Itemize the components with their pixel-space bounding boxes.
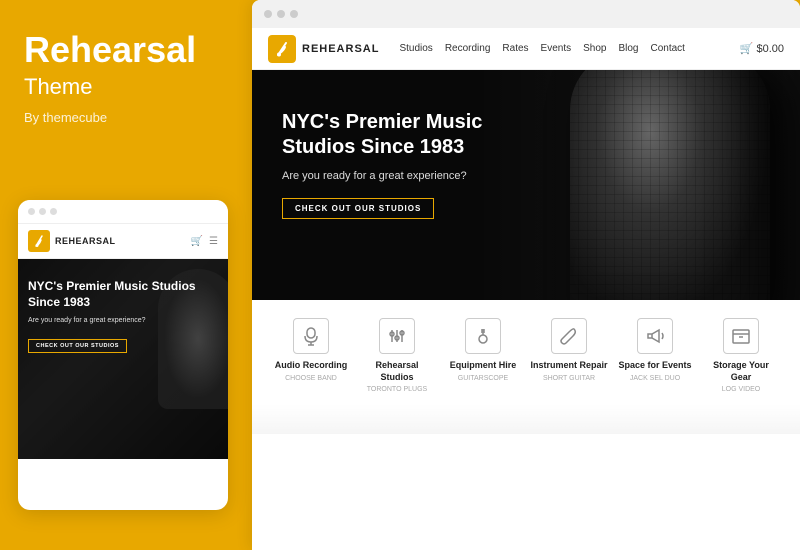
mobile-cart-icon[interactable]: 🛒 — [191, 236, 203, 247]
service-item-3: Instrument Repair SHORT GUITAR — [530, 318, 608, 383]
service-icon-4 — [637, 318, 673, 354]
nav-link-rates[interactable]: Rates — [502, 43, 528, 54]
service-desc-1: TORONTO PLUGS — [367, 385, 427, 394]
hero-title: NYC's Premier Music Studios Since 1983 — [282, 110, 502, 160]
service-title-3: Instrument Repair — [530, 360, 607, 372]
mobile-dot-3 — [50, 208, 57, 215]
service-title-5: Storage Your Gear — [702, 360, 780, 383]
mobile-preview-card: REHEARSAL 🛒 ☰ NYC's Premier Music Studio… — [18, 200, 228, 510]
site-logo-icon — [268, 35, 296, 63]
service-desc-3: SHORT GUITAR — [543, 374, 595, 383]
site-logo: REHEARSAL — [268, 35, 379, 63]
service-icon-1 — [379, 318, 415, 354]
browser-bar — [252, 0, 800, 28]
service-desc-2: GUITARSCOPE — [458, 374, 508, 383]
theme-title: Rehearsal — [24, 30, 224, 70]
hero-subtitle: Are you ready for a great experience? — [282, 170, 502, 182]
services-section: Audio Recording CHOOSE BAND Rehearsal St… — [252, 300, 800, 404]
mobile-hero-subtitle: Are you ready for a great experience? — [28, 316, 218, 326]
service-desc-5: LOG VIDEO — [722, 385, 761, 394]
theme-author: By themecube — [24, 110, 224, 125]
mobile-logo-text: REHEARSAL — [55, 236, 116, 246]
mobile-dot-1 — [28, 208, 35, 215]
mobile-hero: NYC's Premier Music Studios Since 1983 A… — [18, 259, 228, 459]
theme-subtitle: Theme — [24, 74, 224, 100]
hero-content: NYC's Premier Music Studios Since 1983 A… — [282, 110, 502, 219]
nav-link-events[interactable]: Events — [541, 43, 572, 54]
site-logo-text: REHEARSAL — [302, 43, 379, 55]
service-item-2: Equipment Hire GUITARSCOPE — [444, 318, 522, 383]
service-title-1: Rehearsal Studios — [358, 360, 436, 383]
mobile-logo-icon — [28, 230, 50, 252]
mobile-hero-content: NYC's Premier Music Studios Since 1983 A… — [28, 279, 218, 353]
mobile-hero-title: NYC's Premier Music Studios Since 1983 — [28, 279, 218, 310]
guitar-icon — [32, 234, 46, 248]
logo-guitar-icon — [273, 40, 291, 58]
cart-total: $0.00 — [756, 43, 784, 55]
service-icon-5 — [723, 318, 759, 354]
browser-dot-3 — [290, 10, 298, 18]
nav-link-contact[interactable]: Contact — [650, 43, 684, 54]
nav-link-recording[interactable]: Recording — [445, 43, 491, 54]
service-icon-3 — [551, 318, 587, 354]
cart-area[interactable]: 🛒 $0.00 — [740, 42, 784, 55]
mic-grid-texture — [570, 70, 770, 300]
service-desc-4: JACK SEL DUO — [630, 374, 680, 383]
service-desc-0: CHOOSE BAND — [285, 374, 337, 383]
mobile-logo-area: REHEARSAL — [28, 230, 191, 252]
service-item-5: Storage Your Gear LOG VIDEO — [702, 318, 780, 394]
mobile-nav-icons: 🛒 ☰ — [191, 236, 218, 247]
service-title-0: Audio Recording — [275, 360, 348, 372]
nav-link-blog[interactable]: Blog — [618, 43, 638, 54]
browser-dot-1 — [264, 10, 272, 18]
site-nav: REHEARSAL Studios Recording Rates Events… — [252, 28, 800, 70]
nav-links: Studios Recording Rates Events Shop Blog… — [399, 43, 739, 54]
nav-link-shop[interactable]: Shop — [583, 43, 606, 54]
browser-dot-2 — [277, 10, 285, 18]
cart-icon: 🛒 — [740, 42, 754, 55]
left-panel: Rehearsal Theme By themecube REHEARSAL 🛒 — [0, 0, 248, 550]
browser-panel: REHEARSAL Studios Recording Rates Events… — [252, 0, 800, 550]
service-item-1: Rehearsal Studios TORONTO PLUGS — [358, 318, 436, 394]
service-icon-2 — [465, 318, 501, 354]
service-item-0: Audio Recording CHOOSE BAND — [272, 318, 350, 383]
service-icon-0 — [293, 318, 329, 354]
mobile-cta-button[interactable]: CHECK OUT OUR STUDIOS — [28, 339, 127, 353]
service-item-4: Space for Events JACK SEL DUO — [616, 318, 694, 383]
mobile-nav: REHEARSAL 🛒 ☰ — [18, 224, 228, 259]
mobile-card-header — [18, 200, 228, 224]
mobile-dot-2 — [39, 208, 46, 215]
mobile-menu-icon[interactable]: ☰ — [209, 236, 218, 247]
hero-cta-button[interactable]: CHECK OUT OUR STUDIOS — [282, 198, 434, 219]
site-hero: NYC's Premier Music Studios Since 1983 A… — [252, 70, 800, 300]
services-fade — [252, 404, 800, 434]
service-title-2: Equipment Hire — [450, 360, 517, 372]
service-title-4: Space for Events — [618, 360, 691, 372]
nav-link-studios[interactable]: Studios — [399, 43, 432, 54]
